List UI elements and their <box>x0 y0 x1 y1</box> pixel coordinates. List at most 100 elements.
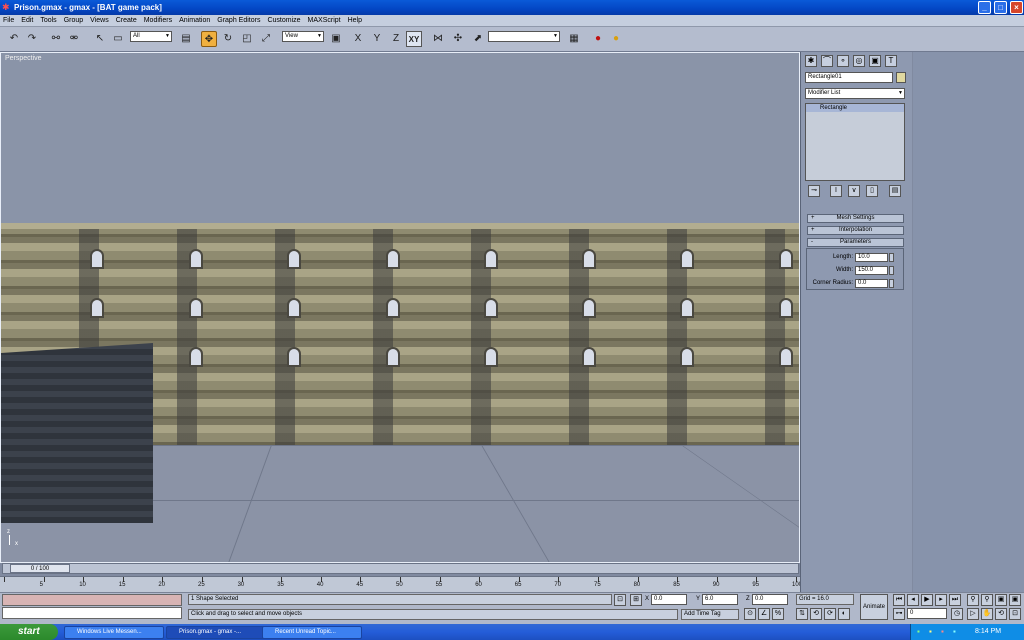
width-spinner[interactable] <box>889 266 894 275</box>
modify-tab-icon[interactable]: ⌒ <box>821 55 833 67</box>
start-button[interactable]: start <box>0 624 58 640</box>
animate-button[interactable]: Animate <box>860 594 888 620</box>
menu-views[interactable]: Views <box>90 15 109 26</box>
time-slider-track[interactable] <box>2 563 799 574</box>
menu-customize[interactable]: Customize <box>267 15 300 26</box>
network-icon[interactable]: ▪ <box>917 627 920 636</box>
unlink-icon[interactable]: ⚮ <box>66 31 82 47</box>
menu-create[interactable]: Create <box>116 15 137 26</box>
link-icon[interactable]: ⚯ <box>48 31 64 47</box>
rollout-parameters[interactable]: - Parameters <box>807 238 904 247</box>
viewport-label[interactable]: Perspective <box>5 55 42 62</box>
restrict-y-icon[interactable]: Y <box>369 31 385 47</box>
add-time-tag-button[interactable]: Add Time Tag <box>681 609 739 620</box>
stack-item[interactable]: Rectangle <box>806 104 904 112</box>
key-mode-icon[interactable]: ⊶ <box>893 608 905 620</box>
display-tab-icon[interactable]: ▣ <box>869 55 881 67</box>
make-unique-icon[interactable]: ∨ <box>848 185 860 197</box>
scale-icon[interactable]: ◰ <box>239 31 255 47</box>
configure-sets-icon[interactable]: ▤ <box>889 185 901 197</box>
redo-icon[interactable]: ↷ <box>24 31 40 47</box>
taskbar-item-gmax[interactable]: Prison.gmax - gmax -... <box>166 626 266 639</box>
pan-icon[interactable]: ✋ <box>981 608 993 620</box>
menu-modifiers[interactable]: Modifiers <box>144 15 172 26</box>
rotate-icon[interactable]: ↻ <box>220 31 236 47</box>
object-name-field[interactable]: Rectangle01 <box>805 72 893 83</box>
select-by-name-icon[interactable]: ▤ <box>178 31 194 47</box>
maxscript-listener-pink[interactable] <box>2 594 182 606</box>
move-icon[interactable]: ✥ <box>201 31 217 47</box>
zoom-icon[interactable]: ⚲ <box>967 594 979 606</box>
rollout-mesh-settings[interactable]: + Mesh Settings <box>807 214 904 223</box>
isolate-icon[interactable]: ◐ <box>838 608 850 620</box>
width-field[interactable]: 150.0 <box>855 266 888 275</box>
close-icon[interactable]: × <box>1010 1 1023 14</box>
next-frame-icon[interactable]: ▸ <box>935 594 947 606</box>
mirror-icon[interactable]: ⋈ <box>430 31 446 47</box>
menu-graph-editors[interactable]: Graph Editors <box>217 15 260 26</box>
remove-modifier-icon[interactable]: ▯ <box>866 185 878 197</box>
maximize-icon[interactable]: □ <box>994 1 1007 14</box>
degradation-icon[interactable]: ⟳ <box>824 608 836 620</box>
named-selection-dropdown[interactable]: ▼ <box>488 31 560 42</box>
snap-icon[interactable]: ⬈ <box>470 31 486 47</box>
modifier-list-dropdown[interactable]: Modifier List ▼ <box>805 88 905 99</box>
length-field[interactable]: 10.0 <box>855 253 888 262</box>
dark-building-model[interactable] <box>1 343 153 523</box>
mirror-tool-icon[interactable]: ⤢ <box>258 31 274 47</box>
material-editor-icon[interactable]: ● <box>590 31 606 47</box>
create-tab-icon[interactable]: ✱ <box>805 55 817 67</box>
length-spinner[interactable] <box>889 253 894 262</box>
time-config-icon[interactable]: ◷ <box>951 608 963 620</box>
rollout-interpolation[interactable]: + Interpolation <box>807 226 904 235</box>
corner-radius-field[interactable]: 0.0 <box>855 279 888 288</box>
angle-snap-icon[interactable]: ∠ <box>758 608 770 620</box>
menu-animation[interactable]: Animation <box>179 15 210 26</box>
hierarchy-tab-icon[interactable]: ⚬ <box>837 55 849 67</box>
pivot-icon[interactable]: ▣ <box>328 31 344 47</box>
time-slider-handle[interactable]: 0 / 100 <box>10 564 70 573</box>
z-coord-field[interactable]: 0.0 <box>752 594 788 605</box>
zoom-extents-icon[interactable]: ▣ <box>995 594 1007 606</box>
go-to-end-icon[interactable]: ⏭ <box>949 594 961 606</box>
absolute-mode-icon[interactable]: ⊞ <box>630 594 642 606</box>
maximize-viewport-icon[interactable]: ⊡ <box>1009 608 1021 620</box>
go-to-start-icon[interactable]: ⏮ <box>893 594 905 606</box>
fov-icon[interactable]: ▷ <box>967 608 979 620</box>
select-arrow-icon[interactable]: ↖ <box>92 31 108 47</box>
play-icon[interactable]: ▶ <box>921 594 933 606</box>
lock-selection-icon[interactable]: ⊡ <box>614 594 626 606</box>
volume-icon[interactable]: ▪ <box>929 627 932 636</box>
window-crossing-icon[interactable]: ⟲ <box>810 608 822 620</box>
minimize-icon[interactable]: _ <box>978 1 991 14</box>
y-coord-field[interactable]: 6.0 <box>702 594 738 605</box>
menu-help[interactable]: Help <box>348 15 362 26</box>
menu-file[interactable]: File <box>3 15 14 26</box>
x-coord-field[interactable]: 0.0 <box>651 594 687 605</box>
spinner-snap-icon[interactable]: ⇅ <box>796 608 808 620</box>
snap-toggle-icon[interactable]: ⊙ <box>744 608 756 620</box>
select-region-icon[interactable]: ▭ <box>110 31 126 47</box>
security-icon[interactable]: ▪ <box>941 627 944 636</box>
object-color-swatch[interactable] <box>896 72 906 83</box>
menu-edit[interactable]: Edit <box>21 15 33 26</box>
modifier-stack[interactable]: Rectangle <box>805 103 905 181</box>
track-bar[interactable]: 5 10 15 20 25 30 35 40 45 50 55 60 65 70 75 80 85 90 95 100 <box>0 576 802 592</box>
align-icon[interactable]: ✣ <box>450 31 466 47</box>
menu-group[interactable]: Group <box>64 15 83 26</box>
corner-radius-spinner[interactable] <box>889 279 894 288</box>
taskbar-item-messenger[interactable]: Windows Live Messen... <box>64 626 164 639</box>
selection-filter-dropdown[interactable]: All ▼ <box>130 31 172 42</box>
motion-tab-icon[interactable]: ◎ <box>853 55 865 67</box>
taskbar-item-browser[interactable]: Recent Unread Topic... <box>262 626 362 639</box>
menu-tools[interactable]: Tools <box>40 15 56 26</box>
previous-frame-icon[interactable]: ◂ <box>907 594 919 606</box>
utilities-tab-icon[interactable]: T <box>885 55 897 67</box>
show-end-result-icon[interactable]: I <box>830 185 842 197</box>
messenger-tray-icon[interactable]: ▪ <box>953 627 956 636</box>
zoom-extents-all-icon[interactable]: ▣ <box>1009 594 1021 606</box>
menu-maxscript[interactable]: MAXScript <box>308 15 341 26</box>
restrict-z-icon[interactable]: Z <box>388 31 404 47</box>
percent-snap-icon[interactable]: % <box>772 608 784 620</box>
zoom-all-icon[interactable]: ⚲ <box>981 594 993 606</box>
